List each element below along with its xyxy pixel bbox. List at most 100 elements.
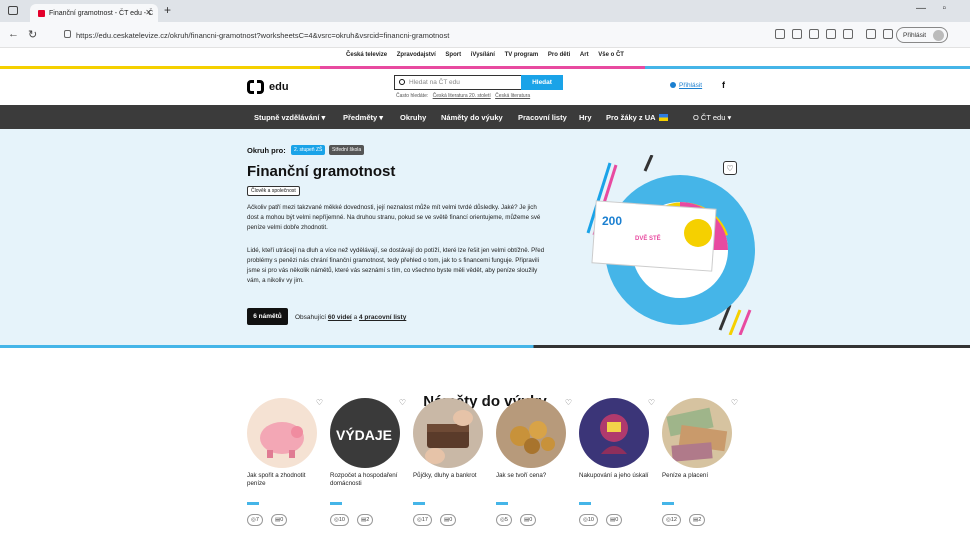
badge-stredni-skola[interactable]: Střední škola (329, 145, 365, 155)
search-hint-link-2[interactable]: Česká literatura (495, 93, 530, 99)
contains-summary: Obsahující 60 videí a 4 pracovní listy (295, 314, 406, 321)
piggy-bank-image (247, 398, 317, 468)
card-title[interactable]: Jak se tvoří cena? (496, 472, 572, 480)
toplink-tv-program[interactable]: TV program (505, 52, 539, 58)
favorite-heart-icon[interactable]: ♡ (316, 398, 323, 407)
card-title[interactable]: Nakupování a jeho úskalí (579, 472, 655, 480)
card-title[interactable]: Peníze a placení (662, 472, 738, 480)
intro-paragraph-2: Lidé, kteří utrácejí na dluh a více než … (247, 247, 545, 284)
search-hints: Často hledáte: Česká literatura 20. stol… (396, 93, 530, 99)
video-count: 17 (421, 517, 428, 523)
browser-tab[interactable]: Finanční gramotnost - ČT edu - Č ✕ (30, 4, 158, 22)
page-title: Finanční gramotnost (247, 163, 396, 180)
search-icon (399, 79, 405, 85)
facebook-icon[interactable]: f (722, 80, 725, 90)
tab-title: Finanční gramotnost - ČT edu - Č (49, 9, 154, 17)
card-title[interactable]: Jak spořit a zhodnotit peníze (247, 472, 323, 488)
collections-icon[interactable] (883, 29, 893, 39)
nav-pro-zaky-z-ua[interactable]: Pro žáky z UA (606, 113, 668, 122)
favorite-heart-icon[interactable]: ♡ (648, 398, 655, 407)
banknotes-image (662, 398, 732, 468)
nav-predmety[interactable]: Předměty ▾ (343, 113, 383, 122)
nav-pracovni-listy[interactable]: Pracovní listy (518, 113, 567, 122)
favorite-icon[interactable] (843, 29, 853, 39)
toplink-art[interactable]: Art (580, 52, 589, 58)
toplink-pro-deti[interactable]: Pro děti (548, 52, 570, 58)
extension-icon[interactable] (826, 29, 836, 39)
toplink-sport[interactable]: Sport (445, 52, 461, 58)
card-accent (247, 502, 259, 505)
topic-card[interactable]: ♡ Jak se tvoří cena? ◎ 5 ▤ 0 (496, 398, 574, 528)
worksheet-count-badge: ▤ 0 (520, 514, 537, 526)
videos-link[interactable]: 60 videí (328, 314, 352, 321)
search-input[interactable]: Hledat na ČT edu (394, 75, 522, 90)
close-tab-icon[interactable]: ✕ (145, 8, 152, 17)
toplink-vse-o-ct[interactable]: Vše o ČT (598, 52, 624, 58)
worksheet-count-badge: ▤ 0 (440, 514, 457, 526)
login-link[interactable]: Přihlásit (670, 82, 702, 89)
banknote-value: 200 (602, 214, 622, 228)
toplink-ivysilani[interactable]: iVysílání (471, 52, 495, 58)
nav-hry[interactable]: Hry (579, 113, 592, 122)
video-count-badge: ◎ 5 (496, 514, 512, 526)
nav-pro-zaky-label: Pro žáky z UA (606, 113, 656, 122)
lock-icon (64, 30, 71, 38)
browser-signin-button[interactable]: Přihlásit (896, 27, 948, 43)
hero-illustration: 200 DVĚ STĚ (586, 155, 755, 335)
video-count: 10 (338, 517, 345, 523)
minimize-icon[interactable]: — (916, 3, 926, 14)
favorites-icon[interactable] (866, 29, 876, 39)
topic-card[interactable]: ♡ Nakupování a jeho úskalí ◎ 10 ▤ 0 (579, 398, 657, 528)
worksheet-count: 2 (698, 517, 702, 523)
nav-namety-do-vyuky[interactable]: Náměty do výuky (441, 113, 503, 122)
address-bar: ← ↻ https://edu.ceskatelevize.cz/okruh/f… (0, 22, 970, 48)
favorite-heart-icon[interactable]: ♡ (482, 398, 489, 407)
favorite-heart-icon[interactable]: ♡ (565, 398, 572, 407)
card-accent (496, 502, 508, 505)
worksheets-link[interactable]: 4 pracovní listy (359, 314, 406, 321)
topic-card[interactable]: ♡ Jak spořit a zhodnotit peníze ◎ 7 ▤ 0 (247, 398, 325, 528)
favorite-heart-icon[interactable]: ♡ (399, 398, 406, 407)
tab-actions-icon[interactable] (8, 6, 18, 15)
video-count-badge: ◎ 10 (579, 514, 598, 526)
badge-2-stupen[interactable]: 2. stupeň ZŠ (291, 145, 326, 155)
maximize-icon[interactable]: ▫ (942, 3, 946, 14)
vydaje-text: VÝDAJE (336, 426, 392, 443)
url-field[interactable]: https://edu.ceskatelevize.cz/okruh/finan… (62, 26, 762, 44)
refresh-icon[interactable]: ↻ (28, 28, 37, 41)
ct-edu-logo[interactable]: edu (247, 80, 289, 94)
toplink-zpravodajstvi[interactable]: Zpravodajství (397, 52, 436, 58)
card-title[interactable]: Půjčky, dluhy a bankrot (413, 472, 489, 480)
worksheet-count-badge: ▤ 0 (271, 514, 288, 526)
topics-count-button[interactable]: 6 námětů (247, 308, 288, 325)
main-nav: Stupně vzdělávání ▾ Předměty ▾ Okruhy Ná… (0, 105, 970, 129)
contains-label: Obsahující (295, 314, 327, 321)
card-accent (413, 502, 425, 505)
shopping-image (579, 398, 649, 468)
card-title[interactable]: Rozpočet a hospodaření domácnosti (330, 472, 406, 488)
logo-text: edu (269, 81, 289, 93)
nav-stupne-vzdelavani[interactable]: Stupně vzdělávání ▾ (254, 113, 325, 122)
nav-o-ct-edu[interactable]: O ČT edu ▾ (693, 113, 731, 122)
worksheet-count-badge: ▤ 2 (357, 514, 374, 526)
favorite-heart-icon[interactable]: ♡ (723, 161, 737, 175)
worksheet-count-badge: ▤ 2 (689, 514, 706, 526)
topic-card[interactable]: ♡ Půjčky, dluhy a bankrot ◎ 17 ▤ 0 (413, 398, 491, 528)
video-count-badge: ◎ 7 (247, 514, 263, 526)
topic-card[interactable]: VÝDAJE ♡ Rozpočet a hospodaření domácnos… (330, 398, 408, 528)
back-icon[interactable]: ← (8, 28, 19, 40)
video-count: 10 (587, 517, 594, 523)
subject-tag[interactable]: Člověk a společnost (247, 186, 300, 196)
ct-logo-icon (247, 80, 264, 94)
read-aloud-icon[interactable] (775, 29, 785, 39)
video-count-badge: ◎ 17 (413, 514, 432, 526)
nav-okruhy[interactable]: Okruhy (400, 113, 426, 122)
app-icon[interactable] (792, 29, 802, 39)
new-tab-icon[interactable]: + (164, 3, 171, 17)
zoom-icon[interactable] (809, 29, 819, 39)
favorite-heart-icon[interactable]: ♡ (731, 398, 738, 407)
search-button[interactable]: Hledat (521, 75, 563, 90)
topic-card[interactable]: ♡ Peníze a placení ◎ 12 ▤ 2 (662, 398, 740, 528)
toplink-ceska-televize[interactable]: Česká televize (346, 52, 387, 58)
search-hint-link-1[interactable]: Česká literatura 20. století (433, 93, 491, 99)
